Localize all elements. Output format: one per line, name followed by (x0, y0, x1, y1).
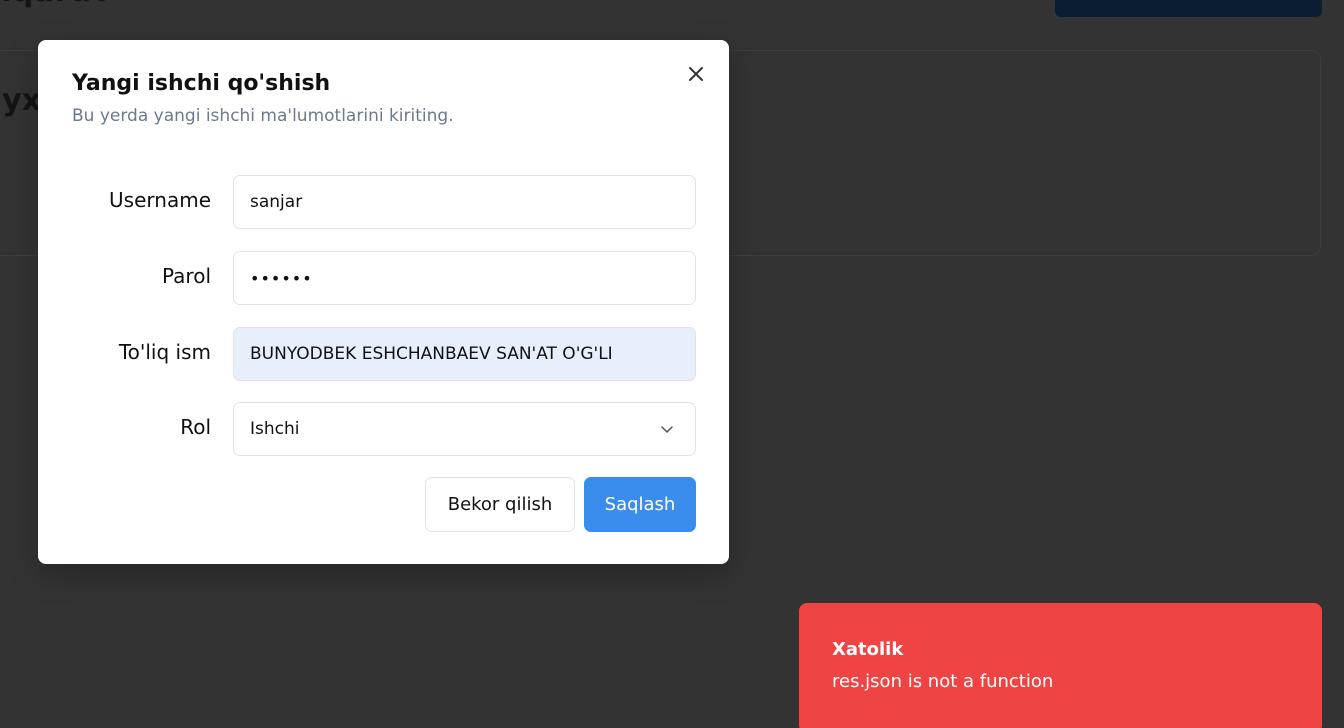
username-label: Username (109, 188, 211, 212)
full-name-label: To'liq ism (118, 340, 211, 364)
cancel-button[interactable]: Bekor qilish (425, 477, 575, 532)
dialog-subtitle: Bu yerda yangi ishchi ma'lumotlarini kir… (72, 106, 454, 126)
role-value: Ishchi (250, 419, 300, 439)
toast-message: res.json is not a function (832, 671, 1054, 692)
toast-title: Xatolik (832, 639, 904, 660)
background-card-text: 'yx (0, 83, 42, 118)
username-value: sanjar (250, 192, 303, 212)
password-input[interactable]: •••••• (233, 251, 696, 305)
chevron-down-icon (661, 426, 673, 433)
full-name-value: BUNYODBEK ESHCHANBAEV SAN'AT O'G'LI (250, 344, 613, 364)
password-value: •••••• (250, 268, 313, 288)
full-name-input[interactable]: BUNYODBEK ESHCHANBAEV SAN'AT O'G'LI (233, 327, 696, 381)
save-button[interactable]: Saqlash (584, 477, 696, 532)
username-input[interactable]: sanjar (233, 175, 696, 229)
close-icon (689, 67, 703, 81)
header-action-button (1055, 0, 1322, 17)
error-toast[interactable]: Xatolik res.json is not a function (799, 603, 1322, 728)
add-worker-dialog: Yangi ishchi qo'shish Bu yerda yangi ish… (38, 40, 729, 564)
role-select[interactable]: Ishchi (233, 402, 696, 456)
dialog-title: Yangi ishchi qo'shish (72, 71, 331, 96)
password-label: Parol (162, 264, 211, 288)
page-title: nqaruv (0, 0, 112, 9)
close-button[interactable] (682, 60, 710, 88)
role-label: Rol (180, 415, 211, 439)
